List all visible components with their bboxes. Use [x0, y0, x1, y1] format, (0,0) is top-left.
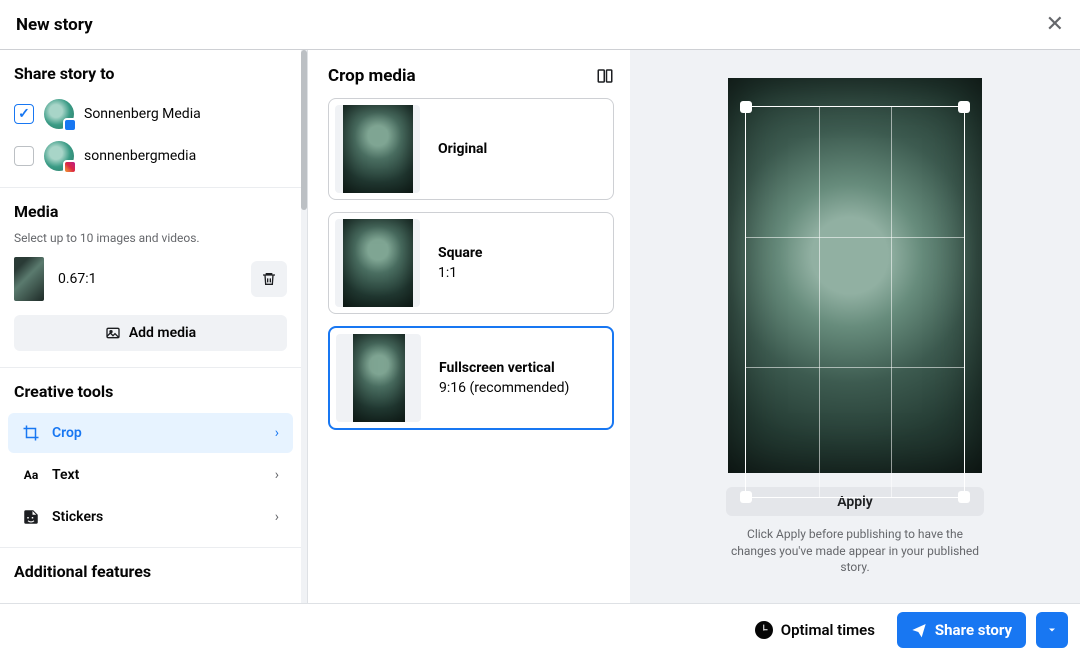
close-icon[interactable]: ✕	[1046, 12, 1064, 37]
share-section-title: Share story to	[0, 50, 301, 93]
chevron-right-icon: ›	[275, 425, 279, 441]
image-icon	[105, 325, 121, 341]
grid-line	[746, 237, 964, 238]
grid-line	[746, 367, 964, 368]
delete-media-button[interactable]	[251, 261, 287, 297]
tools-section-title: Creative tools	[0, 368, 301, 411]
left-panel: Share story to ✓ Sonnenberg Media sonnen…	[0, 50, 308, 603]
media-item-row: 0.67:1	[0, 255, 301, 315]
text-icon: Aa	[22, 466, 40, 484]
crop-option-square[interactable]: Square 1:1	[328, 212, 614, 314]
dialog-header: New story ✕	[0, 0, 1080, 50]
instagram-badge-icon	[63, 160, 77, 174]
paper-plane-icon	[911, 622, 927, 638]
crop-handle-bottom-right[interactable]	[958, 491, 970, 503]
preview-panel: Apply Click Apply before publishing to h…	[630, 50, 1080, 603]
footer: Optimal times Share story	[0, 603, 1080, 655]
share-story-label: Share story	[935, 621, 1012, 639]
crop-option-sub: 1:1	[438, 265, 482, 281]
media-thumbnail[interactable]	[14, 257, 44, 301]
dialog-title: New story	[16, 15, 93, 35]
crop-handle-top-left[interactable]	[740, 101, 752, 113]
clock-icon	[755, 621, 773, 639]
optimal-times-button[interactable]: Optimal times	[743, 621, 887, 639]
account-name: sonnenbergmedia	[84, 148, 196, 164]
account-name: Sonnenberg Media	[84, 106, 201, 122]
scrollbar-thumb[interactable]	[301, 50, 307, 210]
account-checkbox[interactable]	[14, 146, 34, 166]
add-media-button[interactable]: Add media	[14, 315, 287, 351]
tool-crop[interactable]: Crop ›	[8, 413, 293, 453]
tool-stickers[interactable]: Stickers ›	[8, 497, 293, 537]
account-avatar	[44, 141, 74, 171]
crop-option-name: Square	[438, 245, 482, 261]
crop-option-fullscreen-vertical[interactable]: Fullscreen vertical 9:16 (recommended)	[328, 326, 614, 430]
tool-label: Stickers	[52, 509, 103, 525]
crop-icon	[22, 424, 40, 442]
crop-handle-top-right[interactable]	[958, 101, 970, 113]
crop-thumbnail	[343, 219, 413, 307]
chevron-right-icon: ›	[275, 467, 279, 483]
caret-down-icon	[1046, 624, 1058, 636]
scrollbar[interactable]	[301, 50, 307, 603]
apply-hint: Click Apply before publishing to have th…	[726, 526, 984, 575]
resize-panel-icon[interactable]	[596, 67, 614, 85]
tool-label: Text	[52, 467, 79, 483]
check-icon: ✓	[18, 106, 30, 122]
crop-option-sub: 9:16 (recommended)	[439, 380, 569, 396]
preview-image[interactable]	[728, 78, 982, 473]
tool-text[interactable]: Aa Text ›	[8, 455, 293, 495]
crop-option-name: Fullscreen vertical	[439, 360, 569, 376]
media-subtitle: Select up to 10 images and videos.	[0, 231, 301, 255]
grid-line	[819, 107, 820, 497]
crop-frame[interactable]	[745, 106, 965, 498]
account-avatar	[44, 99, 74, 129]
tool-label: Crop	[52, 425, 82, 441]
share-account-row[interactable]: sonnenbergmedia	[0, 135, 301, 177]
crop-option-name: Original	[438, 141, 487, 157]
media-section-title: Media	[0, 188, 301, 231]
optimal-times-label: Optimal times	[781, 621, 875, 639]
facebook-badge-icon	[63, 118, 77, 132]
share-story-button[interactable]: Share story	[897, 612, 1026, 648]
trash-icon	[261, 271, 277, 287]
crop-thumbnail	[343, 105, 413, 193]
crop-title: Crop media	[328, 66, 416, 86]
media-ratio: 0.67:1	[58, 271, 97, 287]
add-media-label: Add media	[129, 325, 196, 341]
crop-panel: Crop media Original Square 1:1 Ful	[308, 50, 630, 603]
share-dropdown-button[interactable]	[1036, 612, 1068, 648]
crop-option-original[interactable]: Original	[328, 98, 614, 200]
additional-section-title: Additional features	[0, 548, 301, 591]
crop-thumbnail	[353, 334, 405, 422]
share-account-row[interactable]: ✓ Sonnenberg Media	[0, 93, 301, 135]
crop-handle-bottom-left[interactable]	[740, 491, 752, 503]
chevron-right-icon: ›	[275, 509, 279, 525]
grid-line	[891, 107, 892, 497]
account-checkbox[interactable]: ✓	[14, 104, 34, 124]
sticker-icon	[22, 508, 40, 526]
